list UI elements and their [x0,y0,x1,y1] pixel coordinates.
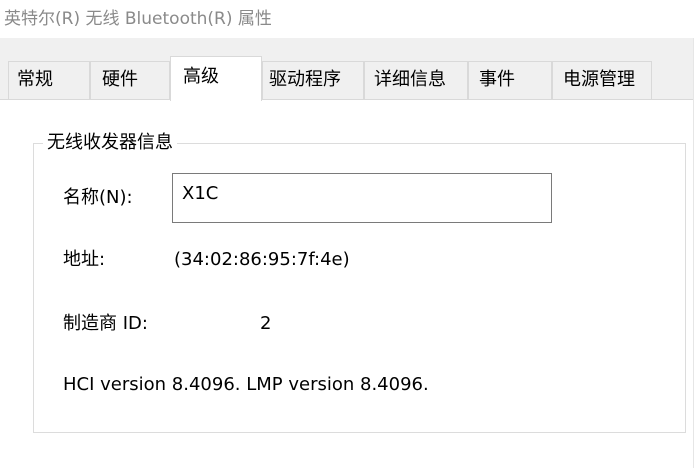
address-value: (34:02:86:95:7f:4e) [174,249,350,270]
tab-events-label: 事件 [479,69,515,90]
manufacturer-id-value: 2 [260,313,272,334]
radio-info-group-title: 无线收发器信息 [43,130,177,156]
manufacturer-id-label: 制造商 ID: [63,313,148,334]
tab-power-management-label: 电源管理 [563,69,635,90]
title-bar: 英特尔(R) 无线 Bluetooth(R) 属性 [0,0,694,38]
tab-driver[interactable]: 驱动程序 [262,61,364,99]
tab-power-management[interactable]: 电源管理 [552,61,652,99]
tab-general-label: 常规 [17,69,53,90]
name-label: 名称(N): [63,187,133,208]
tab-general[interactable]: 常规 [8,61,90,99]
tab-details-label: 详细信息 [374,69,446,90]
tab-driver-label: 驱动程序 [269,69,341,90]
version-info: HCI version 8.4096. LMP version 8.4096. [63,374,429,395]
tab-events[interactable]: 事件 [468,61,552,99]
tab-advanced-label: 高级 [183,66,219,87]
tab-advanced[interactable]: 高级 [170,56,262,101]
window-title: 英特尔(R) 无线 Bluetooth(R) 属性 [4,9,272,29]
name-field[interactable]: X1C [172,173,552,223]
tab-details[interactable]: 详细信息 [364,61,468,99]
tab-hardware[interactable]: 硬件 [90,61,170,99]
address-label: 地址: [63,249,106,270]
tab-hardware-label: 硬件 [102,69,138,90]
